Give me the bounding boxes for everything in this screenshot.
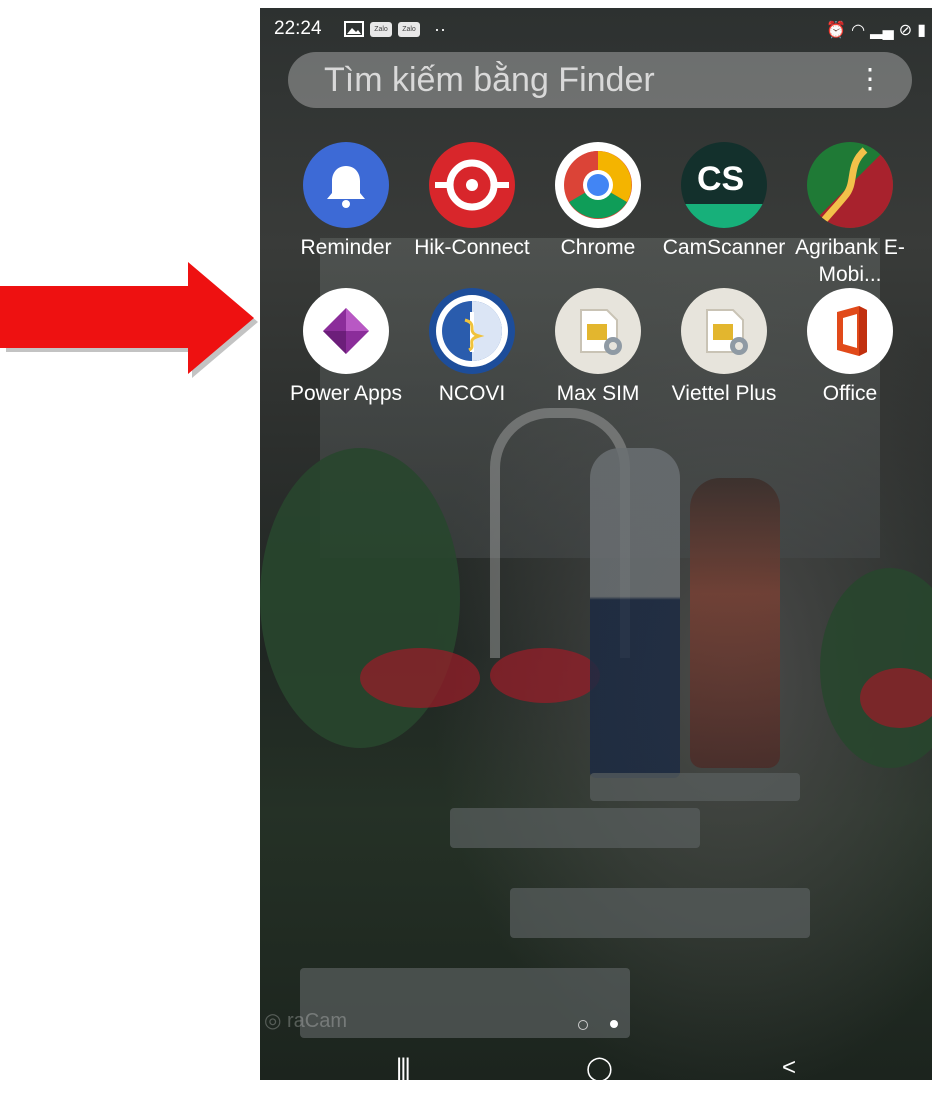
office-icon xyxy=(807,288,893,374)
finder-search-bar[interactable]: Tìm kiếm bằng Finder ⋮ xyxy=(288,52,912,108)
page-indicator xyxy=(578,1020,618,1030)
back-button[interactable]: < xyxy=(782,1054,796,1080)
navigation-bar: ||| ◯ < xyxy=(260,1054,932,1080)
app-power-apps[interactable]: Power Apps xyxy=(284,288,408,407)
powerapps-icon xyxy=(303,288,389,374)
app-label: NCOVI xyxy=(438,382,506,405)
system-status-icons: ⏰ ◠ ▂▄ ⊘ ▮ xyxy=(826,20,926,40)
wifi-icon: ◠ xyxy=(851,22,866,39)
wallpaper-person xyxy=(690,478,780,768)
wallpaper-stone xyxy=(590,773,800,801)
camscanner-icon: CS xyxy=(681,142,767,228)
more-options-icon[interactable]: ⋮ xyxy=(856,62,884,95)
app-reminder[interactable]: Reminder xyxy=(284,142,408,261)
app-label: Hik-Connect xyxy=(414,236,530,259)
wallpaper-watermark: ◎ raCam xyxy=(264,1010,348,1032)
ncovi-icon xyxy=(429,288,515,374)
gallery-icon xyxy=(344,21,364,37)
wallpaper-stone xyxy=(510,888,810,938)
app-label: CamScanner xyxy=(662,236,786,259)
app-office[interactable]: Office xyxy=(788,288,912,407)
sim-settings-icon xyxy=(681,288,767,374)
zalo-icon: Zalo xyxy=(370,21,392,37)
page-dot[interactable] xyxy=(578,1020,588,1030)
app-viettel-plus[interactable]: Viettel Plus xyxy=(662,288,786,407)
app-label: Office xyxy=(822,382,878,405)
zalo-icon: Zalo xyxy=(398,21,420,37)
wallpaper-flowers xyxy=(490,648,600,703)
status-bar: 22:24 Zalo Zalo ·· ⏰ ◠ ▂▄ ⊘ ▮ xyxy=(260,8,932,48)
signal-icon: ▂▄ xyxy=(870,22,894,39)
app-label: Power Apps xyxy=(289,382,403,405)
hik-icon xyxy=(429,142,515,228)
app-label: Max SIM xyxy=(556,382,640,405)
status-time: 22:24 xyxy=(274,18,322,39)
wallpaper-person xyxy=(590,448,680,778)
more-dots-icon: ·· xyxy=(434,19,446,39)
app-camscanner[interactable]: CS CamScanner xyxy=(662,142,786,261)
app-label: Agribank E-Mobi... xyxy=(795,236,905,286)
app-chrome[interactable]: Chrome xyxy=(536,142,660,261)
agribank-icon xyxy=(807,142,893,228)
alarm-icon: ⏰ xyxy=(826,22,847,39)
chrome-icon xyxy=(555,142,641,228)
app-label: Reminder xyxy=(300,236,392,259)
app-ncovi[interactable]: NCOVI xyxy=(410,288,534,407)
app-label: Chrome xyxy=(560,236,636,259)
bell-icon xyxy=(303,142,389,228)
red-arrow-annotation xyxy=(0,262,258,378)
page-dot-active[interactable] xyxy=(610,1020,618,1028)
dnd-icon: ⊘ xyxy=(898,22,913,39)
wallpaper-bush xyxy=(820,568,932,768)
app-label: Viettel Plus xyxy=(671,382,777,405)
recent-apps-button[interactable]: ||| xyxy=(396,1054,411,1080)
home-button[interactable]: ◯ xyxy=(586,1054,613,1080)
battery-icon: ▮ xyxy=(917,22,926,39)
phone-screen: ◎ raCam 22:24 Zalo Zalo ·· ⏰ ◠ ▂▄ ⊘ ▮ Tì… xyxy=(260,8,932,1080)
app-agribank[interactable]: Agribank E-Mobi... xyxy=(788,142,912,288)
wallpaper-flowers xyxy=(360,648,480,708)
wallpaper-stone xyxy=(450,808,700,848)
notification-icons: Zalo Zalo ·· xyxy=(344,19,446,39)
app-hik-connect[interactable]: Hik-Connect xyxy=(410,142,534,261)
search-placeholder: Tìm kiếm bằng Finder xyxy=(324,61,655,99)
wallpaper-flowers xyxy=(860,668,932,728)
sim-settings-icon xyxy=(555,288,641,374)
app-max-sim[interactable]: Max SIM xyxy=(536,288,660,407)
